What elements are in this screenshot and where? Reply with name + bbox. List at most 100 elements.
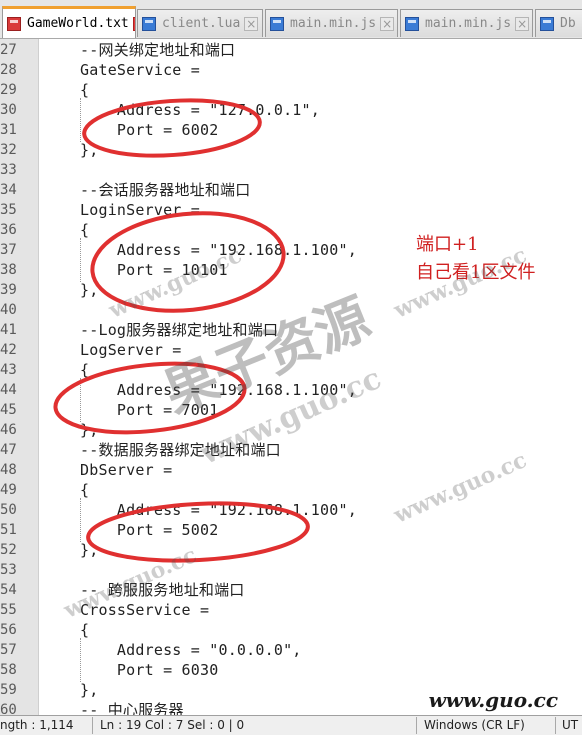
tab-label: Db: [560, 16, 576, 31]
line-number: 30: [0, 102, 17, 118]
fold-guide: [80, 638, 82, 682]
code-text: },: [80, 681, 99, 699]
code-text: {: [80, 481, 90, 499]
tab-2[interactable]: main.min.js ×: [265, 9, 398, 37]
code-text: {: [80, 621, 90, 639]
line-number: 40: [0, 302, 17, 318]
line-number: 36: [0, 222, 17, 238]
tab-bar: GameWorld.txt×client.lua×main.min.js×mai…: [0, 0, 582, 39]
code-line[interactable]: 28 GateService =: [0, 60, 582, 80]
tab-4[interactable]: Db: [535, 9, 582, 37]
line-number: 60: [0, 702, 17, 715]
tab-0[interactable]: GameWorld.txt×: [2, 6, 136, 38]
tab-label: client.lua: [162, 16, 241, 31]
line-number: 28: [0, 62, 17, 78]
code-text: {: [80, 361, 90, 379]
code-line[interactable]: 58 Port = 6030: [0, 660, 582, 680]
code-line[interactable]: 30 Address = "127.0.0.1",: [0, 100, 582, 120]
tab-3[interactable]: main.min.js ×: [400, 9, 533, 37]
line-number: 53: [0, 562, 17, 578]
tab-label: main.min.js: [425, 16, 512, 31]
line-number: 51: [0, 522, 17, 538]
code-line[interactable]: 53: [0, 560, 582, 580]
status-encoding: UT: [562, 718, 579, 732]
code-text: --会话服务器地址和端口: [80, 181, 251, 199]
code-line[interactable]: 56 {: [0, 620, 582, 640]
close-icon[interactable]: ×: [244, 16, 259, 31]
line-number: 42: [0, 342, 17, 358]
code-line[interactable]: 29 {: [0, 80, 582, 100]
code-line[interactable]: 50 Address = "192.168.1.100",: [0, 500, 582, 520]
line-number: 34: [0, 182, 17, 198]
line-number: 39: [0, 282, 17, 298]
line-number: 41: [0, 322, 17, 338]
status-position: Ln : 19 Col : 7 Sel : 0 | 0: [100, 718, 245, 732]
code-line[interactable]: 31 Port = 6002: [0, 120, 582, 140]
line-number: 48: [0, 462, 17, 478]
code-text: Address = "0.0.0.0",: [80, 641, 302, 659]
line-number: 35: [0, 202, 17, 218]
file-blue-icon: [270, 16, 284, 31]
line-number: 33: [0, 162, 17, 178]
close-icon[interactable]: ×: [132, 16, 135, 31]
code-text: },: [80, 421, 99, 439]
fold-guide: [80, 98, 82, 142]
line-number: 46: [0, 422, 17, 438]
status-length: ngth : 1,114: [0, 718, 74, 732]
tab-label: GameWorld.txt: [27, 16, 129, 31]
line-number: 56: [0, 622, 17, 638]
line-number: 58: [0, 662, 17, 678]
code-text: {: [80, 221, 90, 239]
code-line[interactable]: 51 Port = 5002: [0, 520, 582, 540]
code-line[interactable]: 27 --网关绑定地址和端口: [0, 40, 582, 60]
code-text: Port = 6002: [80, 121, 219, 139]
code-line[interactable]: 35 LoginServer =: [0, 200, 582, 220]
close-icon[interactable]: ×: [515, 16, 530, 31]
file-blue-icon: [540, 16, 554, 31]
file-blue-icon: [405, 16, 419, 31]
line-number: 31: [0, 122, 17, 138]
code-text: Address = "192.168.1.100",: [80, 501, 357, 519]
tab-1[interactable]: client.lua ×: [137, 9, 263, 37]
fold-guide: [80, 378, 82, 422]
line-number: 49: [0, 482, 17, 498]
code-text: -- 中心服务器: [80, 701, 184, 715]
status-eol: Windows (CR LF): [424, 718, 525, 732]
code-line[interactable]: 33: [0, 160, 582, 180]
code-line[interactable]: 52},: [0, 540, 582, 560]
code-text: Address = "127.0.0.1",: [80, 101, 320, 119]
code-text: },: [80, 141, 99, 159]
code-text: DbServer =: [80, 461, 173, 479]
annotation-note-line1: 端口+1: [416, 234, 479, 255]
line-number: 45: [0, 402, 17, 418]
code-line[interactable]: 34 --会话服务器地址和端口: [0, 180, 582, 200]
watermark-corner: www.guo.cc: [428, 688, 558, 712]
fold-guide: [80, 238, 82, 282]
code-line[interactable]: 57 Address = "0.0.0.0",: [0, 640, 582, 660]
fold-guide: [80, 498, 82, 542]
code-text: --网关绑定地址和端口: [80, 41, 236, 59]
code-text: Port = 5002: [80, 521, 219, 539]
status-bar: ngth : 1,114 Ln : 19 Col : 7 Sel : 0 | 0…: [0, 715, 582, 735]
line-number: 29: [0, 82, 17, 98]
line-number: 37: [0, 242, 17, 258]
line-number: 59: [0, 682, 17, 698]
code-text: GateService =: [80, 61, 200, 79]
code-text: LoginServer =: [80, 201, 200, 219]
line-number: 27: [0, 42, 17, 58]
line-number: 52: [0, 542, 17, 558]
code-text: },: [80, 541, 99, 559]
line-number: 55: [0, 602, 17, 618]
line-number: 57: [0, 642, 17, 658]
line-number: 32: [0, 142, 17, 158]
line-number: 44: [0, 382, 17, 398]
line-number: 38: [0, 262, 17, 278]
file-blue-icon: [142, 16, 156, 31]
code-line[interactable]: 32},: [0, 140, 582, 160]
line-number: 54: [0, 582, 17, 598]
tab-label: main.min.js: [290, 16, 377, 31]
close-icon[interactable]: ×: [380, 16, 395, 31]
code-line[interactable]: 36 {: [0, 220, 582, 240]
line-number: 47: [0, 442, 17, 458]
file-red-icon: [7, 16, 21, 31]
